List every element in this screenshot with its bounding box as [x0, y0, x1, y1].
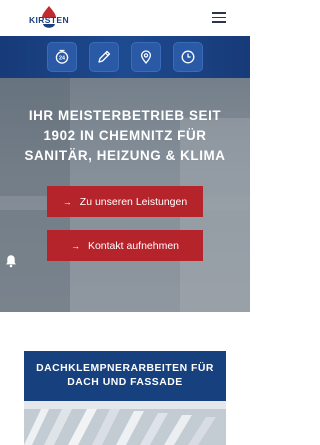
- pencil-button[interactable]: [89, 42, 119, 72]
- hero-section: IHR MEISTERBETRIEB SEIT 1902 IN CHEMNITZ…: [0, 78, 250, 312]
- logo-text: KIRSTEN: [28, 15, 70, 25]
- arrow-right-icon: →: [70, 240, 80, 251]
- arrow-right-icon: →: [62, 196, 72, 207]
- location-pin-icon: [140, 50, 152, 64]
- logo[interactable]: KIRSTEN: [24, 5, 74, 33]
- emergency-24h-icon: 24: [55, 49, 69, 64]
- service-card-image[interactable]: [24, 401, 226, 445]
- pencil-icon: [98, 50, 111, 63]
- clock-icon: [181, 50, 195, 64]
- site-header: KIRSTEN: [0, 0, 250, 36]
- service-card-header[interactable]: DACHKLEMPNERARBEITEN FÜR DACH UND FASSAD…: [24, 351, 226, 401]
- location-button[interactable]: [131, 42, 161, 72]
- emergency-24h-button[interactable]: 24: [47, 42, 77, 72]
- hero-title: IHR MEISTERBETRIEB SEIT 1902 IN CHEMNITZ…: [24, 108, 226, 163]
- contact-button[interactable]: → Kontakt aufnehmen: [47, 230, 203, 261]
- services-button-label: Zu unseren Leistungen: [79, 195, 188, 208]
- service-card-title: DACHKLEMPNERARBEITEN FÜR DACH UND FASSAD…: [36, 363, 214, 388]
- hamburger-menu-icon[interactable]: [212, 12, 226, 23]
- quick-icon-bar: 24: [0, 36, 250, 78]
- services-button[interactable]: → Zu unseren Leistungen: [47, 186, 203, 217]
- opening-hours-button[interactable]: [173, 42, 203, 72]
- bell-icon[interactable]: [5, 254, 17, 268]
- contact-button-label: Kontakt aufnehmen: [87, 239, 180, 252]
- roof-image: [24, 401, 226, 445]
- svg-text:24: 24: [59, 56, 65, 62]
